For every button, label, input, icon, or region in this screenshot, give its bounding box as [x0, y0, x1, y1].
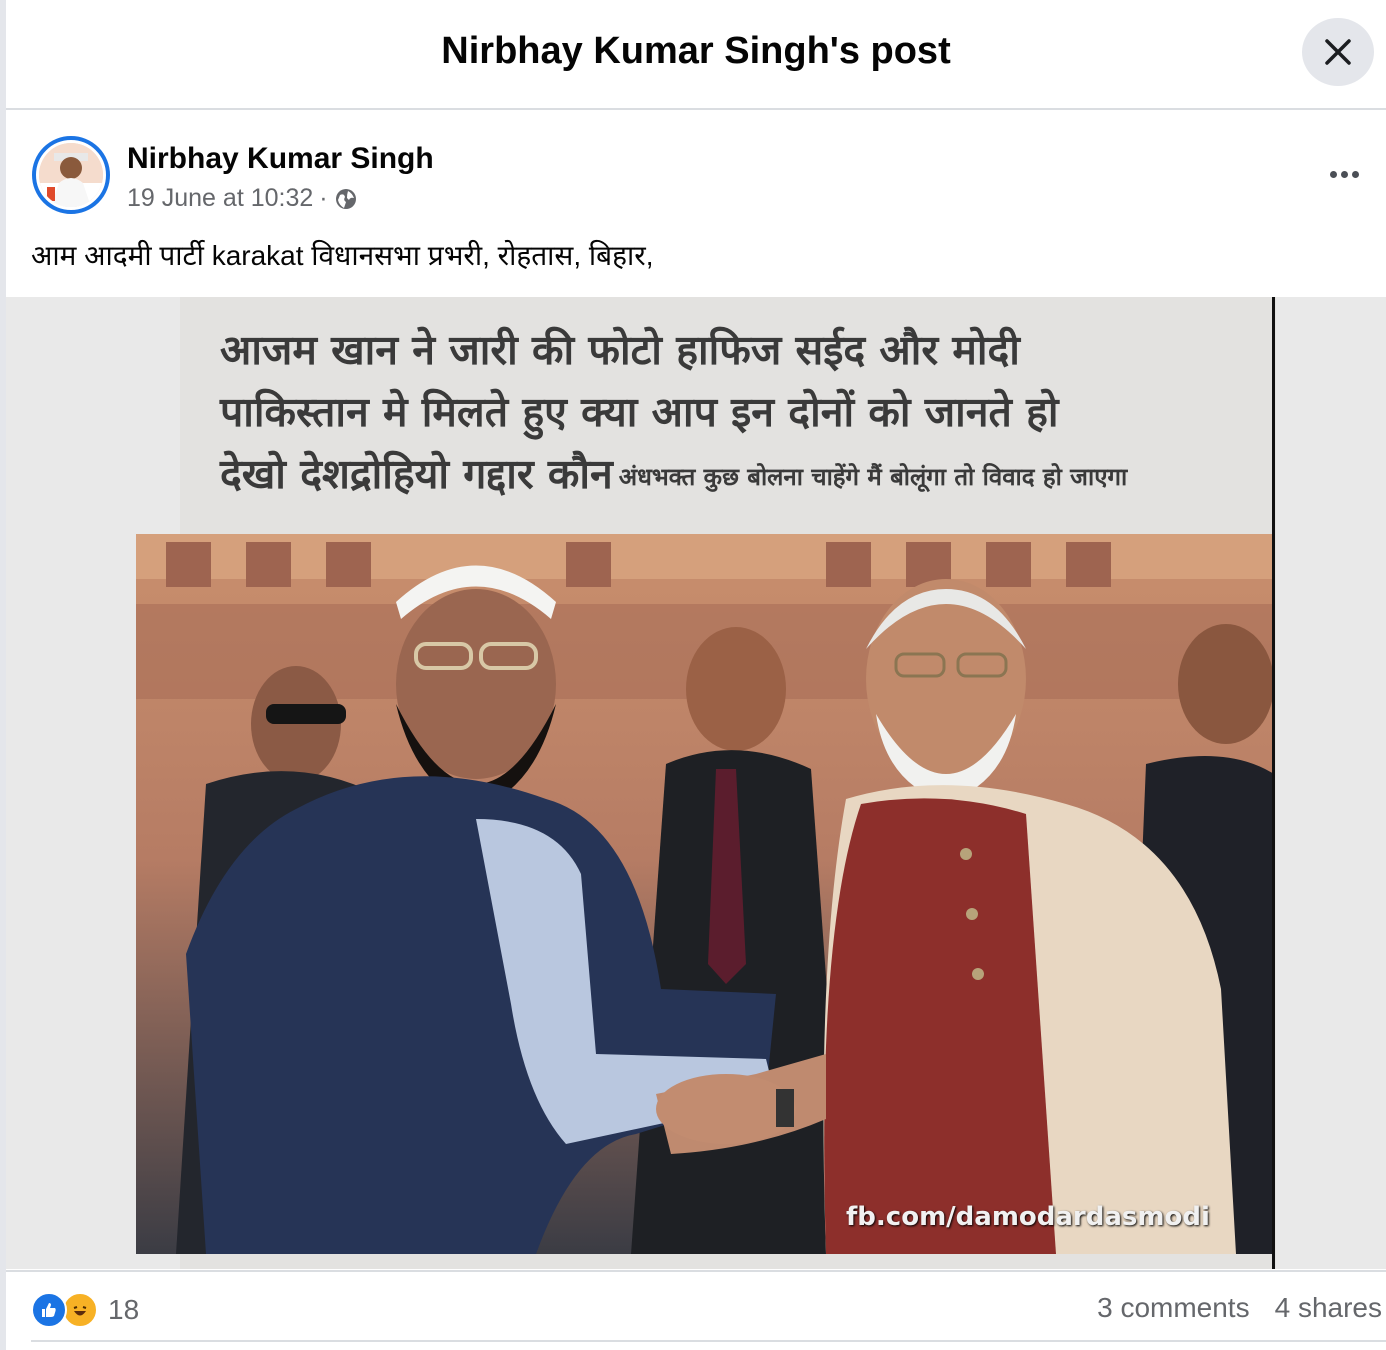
avatar[interactable] [32, 136, 110, 214]
more-options-button[interactable] [1320, 156, 1368, 192]
modal-title: Nirbhay Kumar Singh's post [441, 30, 951, 72]
meta-separator: · [319, 184, 328, 212]
reaction-summary[interactable]: 18 [31, 1292, 139, 1328]
handshake-photo: fb.com/damodardasmodi [136, 534, 1274, 1254]
post-meta: 19 June at 10:32 · [127, 184, 358, 213]
globe-icon [335, 188, 356, 209]
post-modal: Nirbhay Kumar Singh's post Nirbhay Kumar… [0, 0, 1386, 1350]
post-header: Nirbhay Kumar Singh 19 June at 10:32 · आ… [6, 112, 1386, 297]
close-button[interactable] [1302, 18, 1374, 86]
modal-header: Nirbhay Kumar Singh's post [6, 0, 1386, 110]
footer-divider [31, 1340, 1386, 1342]
author-name[interactable]: Nirbhay Kumar Singh [127, 142, 434, 176]
more-dot-icon [1329, 170, 1337, 178]
comments-count-link[interactable]: 3 comments [1097, 1292, 1250, 1324]
post-text: आम आदमी पार्टी karakat विधानसभा प्रभरी, … [31, 240, 654, 271]
haha-reaction-icon [62, 1292, 98, 1328]
post-image[interactable]: आजम खान ने जारी की फोटो हाफिज सईद और मोद… [6, 297, 1386, 1269]
headline-line-3: देखो देशद्रोहियो गद्दार कौन अंधभक्त कुछ ब… [220, 443, 1270, 508]
image-headline: आजम खान ने जारी की फोटो हाफिज सईद और मोद… [220, 319, 1270, 508]
headline-line-3-text: देखो देशद्रोहियो गद्दार कौन [220, 450, 613, 498]
reaction-count: 18 [108, 1294, 140, 1325]
more-dot-icon [1351, 170, 1359, 178]
post-stats: 3 comments 4 shares [1097, 1292, 1382, 1324]
headline-line-2: पाकिस्तान मे मिलते हुए क्या आप इन दोनों … [220, 388, 1059, 436]
post-footer: 18 3 comments 4 shares [6, 1270, 1386, 1350]
headline-line-1: आजम खान ने जारी की फोटो हाफिज सईद और मोद… [220, 326, 1020, 374]
image-watermark: fb.com/damodardasmodi [846, 1202, 1210, 1232]
close-icon [1325, 39, 1351, 65]
shares-count-link[interactable]: 4 shares [1275, 1292, 1382, 1324]
image-right-border [1272, 297, 1275, 1269]
like-reaction-icon [31, 1292, 67, 1328]
headline-small-text: अंधभक्त कुछ बोलना चाहेंगे मैं बोलूंगा तो… [618, 463, 1128, 491]
avatar-image [39, 143, 103, 207]
more-dot-icon [1340, 170, 1348, 178]
post-timestamp[interactable]: 19 June at 10:32 [127, 184, 313, 213]
